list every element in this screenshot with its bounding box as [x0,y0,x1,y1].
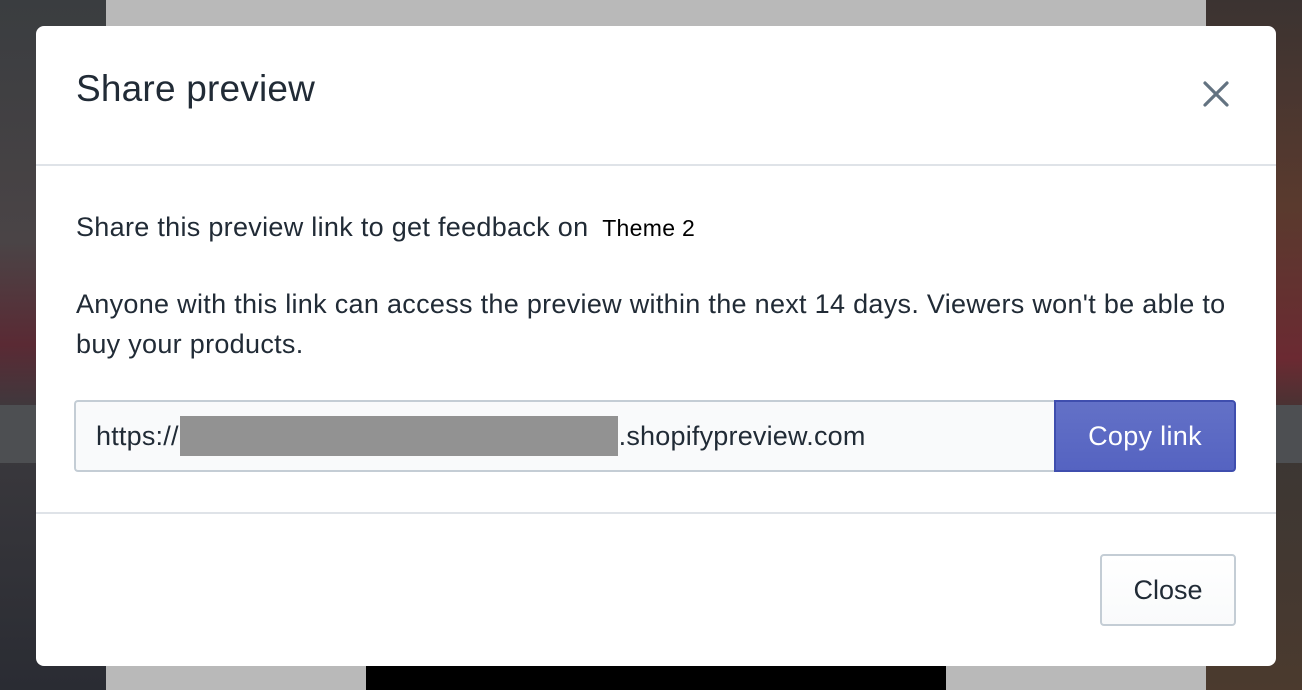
theme-name: Theme 2 [602,215,696,241]
redacted-store-name [179,416,618,456]
modal-body: Share this preview link to get feedback … [36,166,1276,514]
share-preview-modal: Share preview Share this preview link to… [36,26,1276,666]
preview-link-row: https:// .shopifypreview.com Copy link [74,400,1236,472]
preview-link-field[interactable]: https:// .shopifypreview.com [74,400,1056,472]
modal-footer: Close [36,514,1276,666]
close-button[interactable]: Close [1100,554,1236,626]
link-prefix: https:// [96,420,179,451]
intro-text: Share this preview link to get feedback … [76,212,589,242]
close-icon[interactable] [1196,74,1236,114]
intro-text-line: Share this preview link to get feedback … [76,212,695,243]
link-suffix: .shopifypreview.com [618,420,866,451]
modal-title: Share preview [76,68,316,109]
background-black-bar [366,666,946,690]
modal-header: Share preview [36,26,1276,166]
copy-link-button[interactable]: Copy link [1054,400,1236,472]
preview-note: Anyone with this link can access the pre… [76,289,1226,359]
